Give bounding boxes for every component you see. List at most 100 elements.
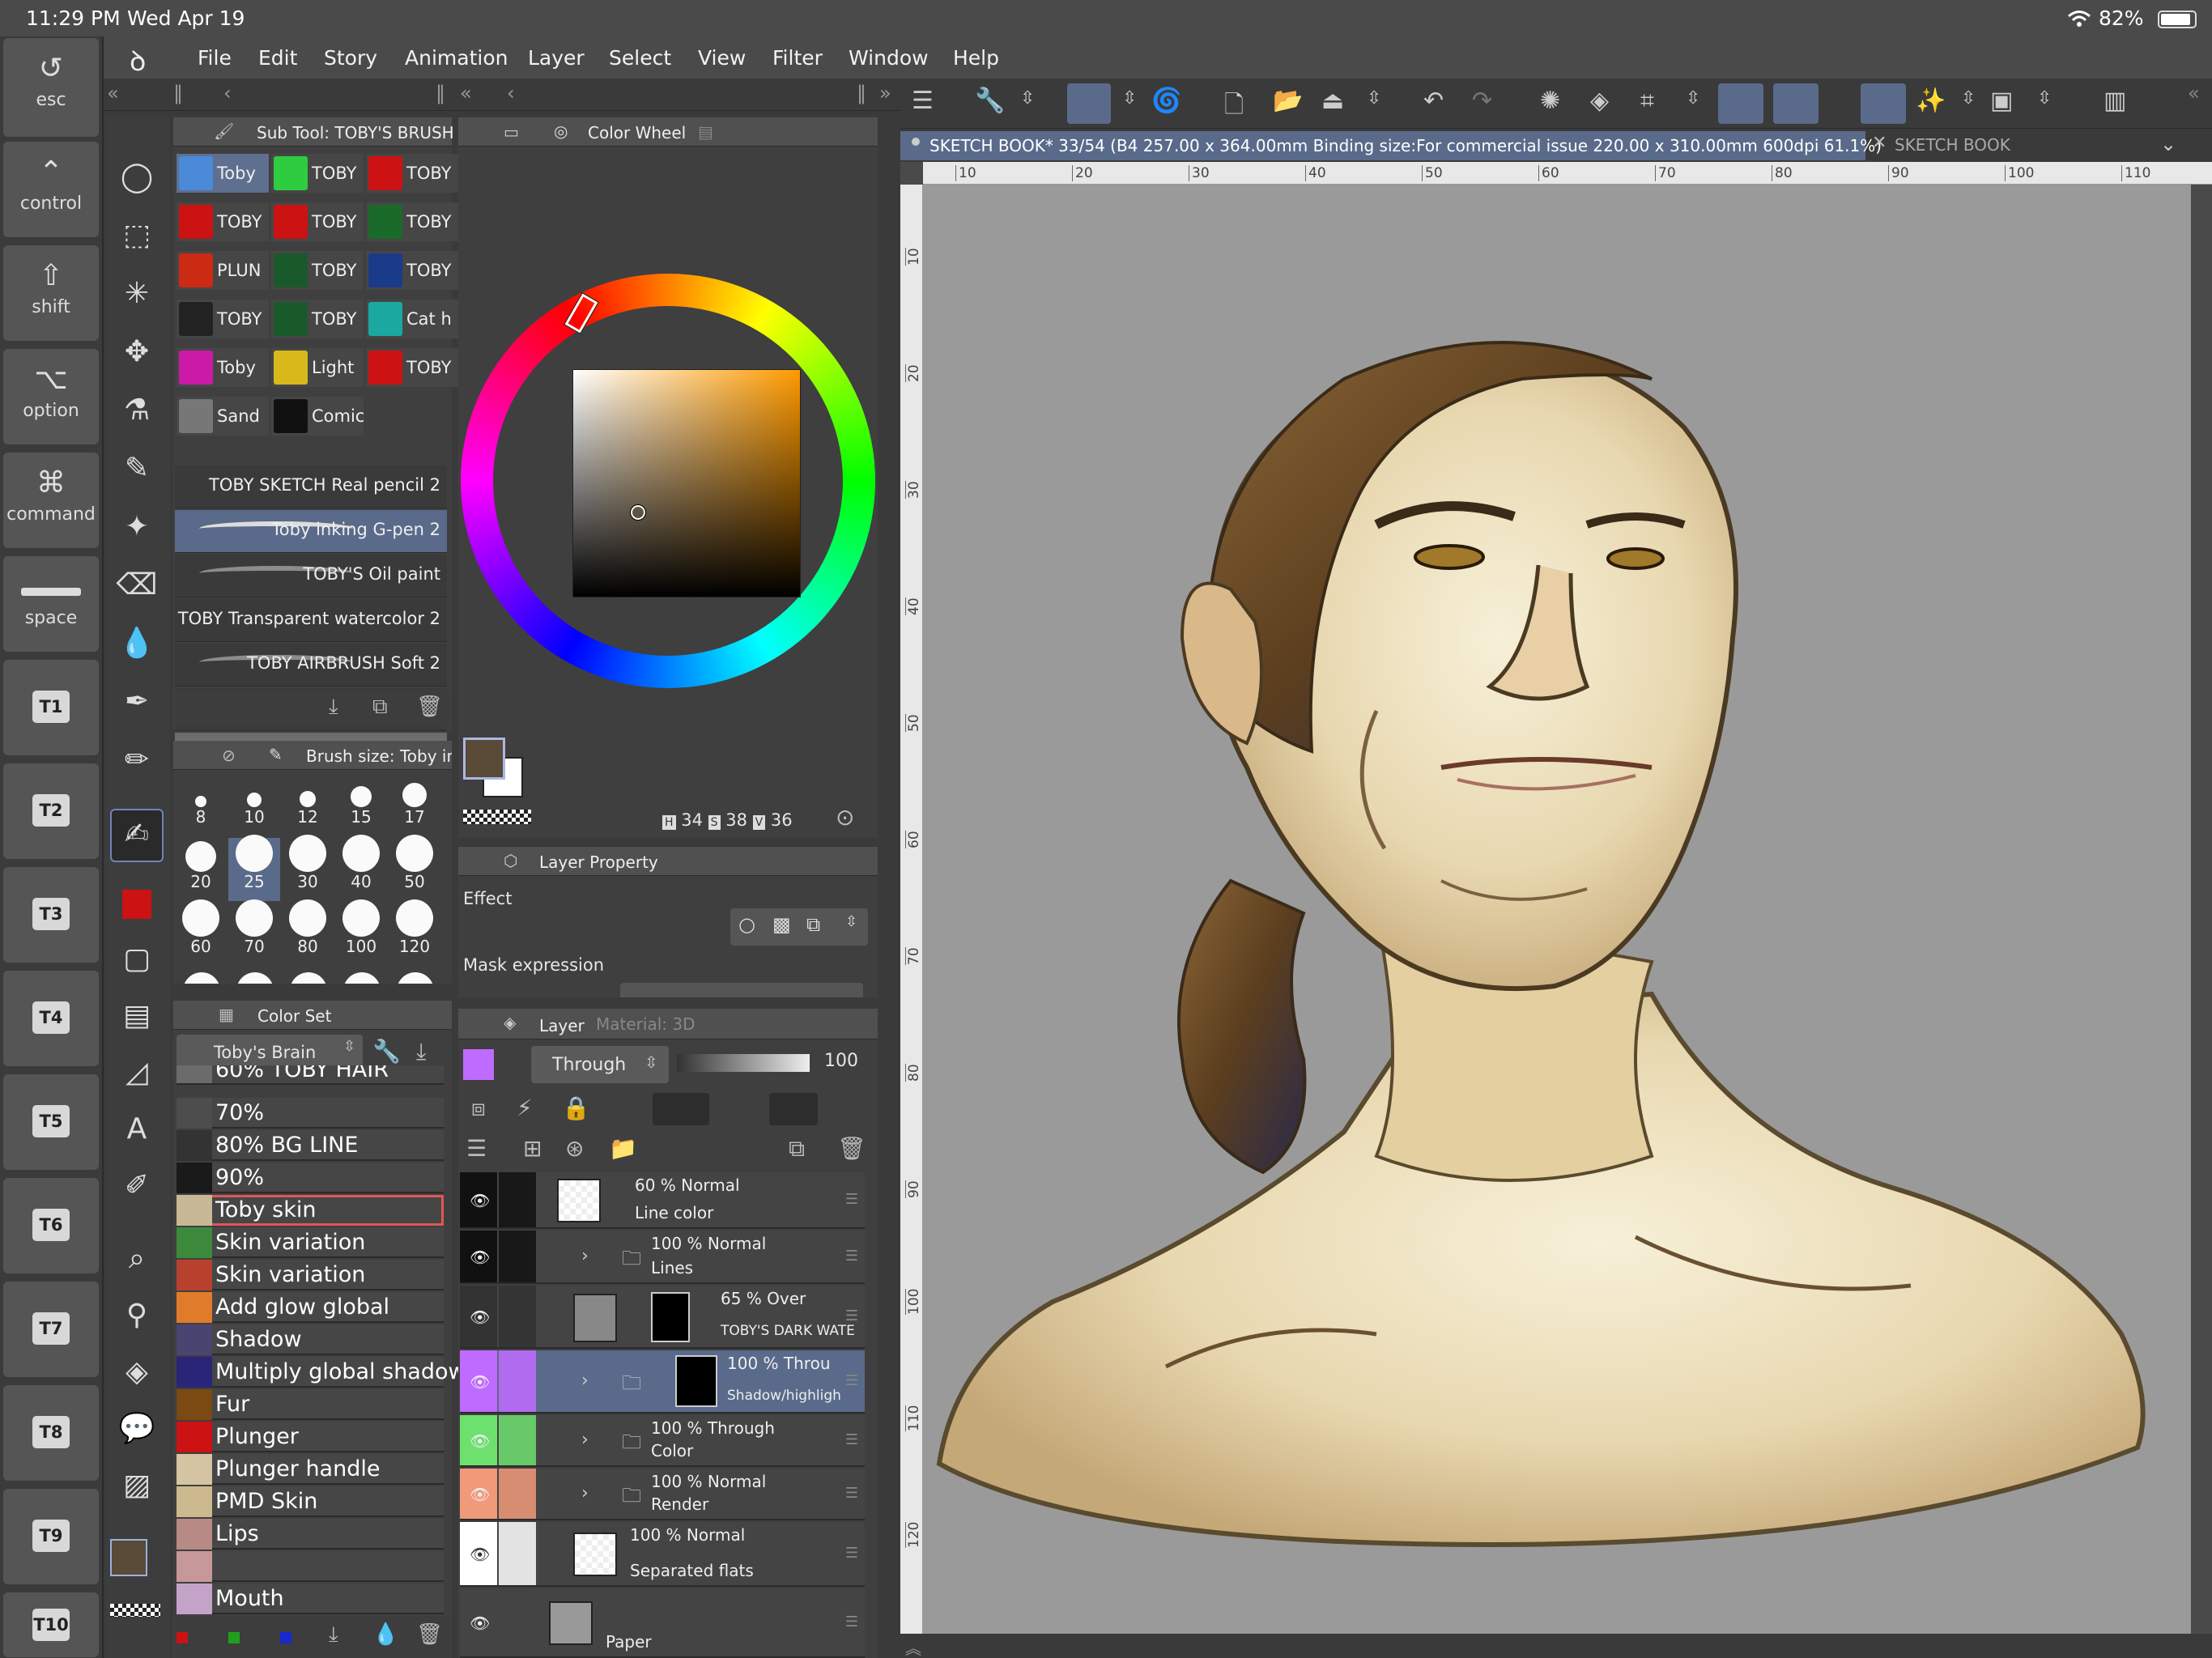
fill-tool-icon[interactable]: ◈ [112,1348,162,1398]
effect-buttons[interactable]: ○ ▩ ⧉ ⇳ [730,908,868,946]
layer-lock-cell[interactable] [499,1350,536,1412]
sub-tool-item[interactable]: Cat h [366,300,458,338]
loading-icon[interactable]: ✺ [1540,87,1560,115]
new-vector-layer-icon[interactable]: ⊛ [565,1135,584,1162]
layer-drag-handle-icon[interactable]: ☰ [845,1307,858,1324]
brush-size-option[interactable]: 20 [175,838,227,901]
speech-bubble-tool-icon[interactable]: 💬 [112,1405,162,1455]
pencil-tool-icon[interactable]: ✏ [112,736,162,786]
ruler-snap-icon[interactable] [1718,83,1763,124]
document-tab-2[interactable]: SKETCH BOOK [1895,135,2010,155]
new-folder-icon[interactable]: 📁 [609,1135,637,1162]
lock-icon[interactable]: 🔒 [562,1095,590,1121]
brush-size-option[interactable]: 15 [335,773,387,836]
layer-row[interactable]: 👁 › 🗀 100 % Through Color ☰ [460,1415,865,1467]
color-set-item[interactable] [177,1551,444,1582]
color-set-item[interactable]: PMD Skin [177,1486,444,1517]
mask-enable-icon[interactable] [653,1093,709,1125]
color-set-item[interactable]: Mouth [177,1584,444,1614]
sub-tool-item[interactable]: TOBY [366,251,458,290]
space-key[interactable]: space [3,556,99,652]
stepper-icon-3[interactable]: ⇳ [1367,88,1381,108]
wrench-icon[interactable]: 🔧 [372,1038,401,1065]
collapse-left-icon-2[interactable]: « [460,82,472,104]
effect-stepper-icon[interactable]: ⇳ [845,913,857,930]
stepper-icon-4[interactable]: ⇳ [1686,88,1700,108]
layer-lock-cell[interactable] [499,1469,536,1519]
layer-color-effect-icon[interactable]: ⧉ [806,913,820,936]
menu-edit[interactable]: Edit [258,46,297,70]
color-picker-tool-icon[interactable]: ⚲ [112,1291,162,1341]
t3-key[interactable]: T3 [3,867,99,963]
layer-tab[interactable]: Layer [539,1016,585,1035]
color-set-item[interactable]: Plunger [177,1422,444,1452]
stepper-icon-2[interactable]: ⇳ [1122,88,1137,108]
sub-tool-item[interactable]: Comic [271,397,364,436]
add-drop-icon[interactable]: 💧 [372,1622,398,1647]
color-set-item[interactable]: Add glow global [177,1292,444,1323]
device-icon[interactable]: ▥ [2104,87,2126,115]
fill-color-swatch-icon[interactable] [112,880,162,930]
layer-row[interactable]: 👁 60 % Normal Line color ☰ [460,1172,865,1229]
tone-effect-icon[interactable]: ▩ [772,913,791,936]
folder-chevron-icon[interactable]: › [581,1246,589,1266]
brush-list-item[interactable]: Toby inking G-pen 2 [175,510,447,553]
layer-drag-handle-icon[interactable]: ☰ [845,1545,858,1562]
sub-tool-item[interactable]: TOBY [271,154,364,193]
menu-filter[interactable]: Filter [772,46,823,70]
hamburger-menu-icon[interactable]: ☰ [912,87,934,115]
brush-list-item[interactable]: TOBY SKETCH Real pencil 2 [175,466,447,508]
layer-lock-cell[interactable] [499,1172,536,1227]
collapse-right-icon[interactable]: « [2188,82,2200,104]
stepper-icon-6[interactable]: ⇳ [2037,88,2052,108]
t8-key[interactable]: T8 [3,1385,99,1481]
wheel-tab-icon[interactable]: ◎ [554,121,568,141]
brush-size-option[interactable]: 10 [228,773,280,836]
menu-window[interactable]: Window [849,46,929,70]
document-tab-active[interactable]: SKETCH BOOK* 33/54 (B4 257.00 x 364.00mm… [900,131,1882,160]
resize-handle-icon-3[interactable]: ‖ [857,82,866,104]
layer-row[interactable]: 👁 › 🗀 100 % Normal Lines ☰ [460,1231,865,1284]
brush-size-option[interactable]: 50 [389,835,440,901]
spiral-icon[interactable]: 🌀 [1151,87,1181,115]
undo-icon[interactable]: ↶ [1423,87,1444,115]
shift-key[interactable]: ⇧ shift [3,245,99,341]
expand-right-icon[interactable]: » [879,82,891,104]
folder-chevron-icon[interactable]: › [581,1371,589,1391]
copy-layer-icon[interactable]: ⧉ [789,1135,805,1163]
esc-key[interactable]: ↺ esc [3,38,99,137]
crop-icon[interactable]: ⌗ [1640,87,1654,115]
color-set-item[interactable]: 70% [177,1098,444,1129]
ruler-tool-icon[interactable]: ◿ [112,1048,162,1099]
clip-icon[interactable]: ⧈ [471,1095,486,1122]
mask-expression-selector[interactable] [620,983,863,997]
chevron-left-icon-2[interactable]: ‹ [507,82,515,104]
border-effect-icon[interactable]: ○ [738,913,755,936]
main-color-chip[interactable] [463,738,505,780]
layer-list-icon[interactable]: ☰ [466,1135,487,1162]
menu-help[interactable]: Help [953,46,999,70]
color-set-item[interactable]: 80% BG LINE [177,1130,444,1161]
move-tool-icon[interactable]: ✥ [112,328,162,378]
layer-color-chip[interactable] [463,1049,494,1080]
t4-key[interactable]: T4 [3,971,99,1066]
layer-lock-cell[interactable] [499,1231,536,1282]
layer-drag-handle-icon[interactable]: ☰ [845,1431,858,1448]
t5-key[interactable]: T5 [3,1074,99,1170]
close-tab-icon[interactable]: ✕ [1872,133,1887,153]
sub-tool-item[interactable]: TOBY [271,300,364,338]
layer-lock-cell[interactable] [499,1415,536,1465]
layer-drag-handle-icon[interactable]: ☰ [845,1613,858,1630]
layer-drag-handle-icon[interactable]: ☰ [845,1485,858,1502]
layer-row[interactable]: 👁 Paper ☰ [460,1588,865,1658]
lasso-tool-icon[interactable]: ◯ [112,153,162,203]
control-key[interactable]: ⌃ control [3,142,99,237]
gradient-tool-icon[interactable]: ▨ [112,1461,162,1511]
color-set-item[interactable]: Plunger handle [177,1454,444,1485]
sub-tool-item[interactable]: TOBY [366,202,458,241]
palette-color-icon[interactable] [769,1093,818,1125]
transparent-chip[interactable] [463,810,531,824]
t2-key[interactable]: T2 [3,763,99,859]
add-color-icon[interactable]: ⤓ [329,1622,338,1647]
brush-size-option[interactable]: 120 [389,899,440,966]
